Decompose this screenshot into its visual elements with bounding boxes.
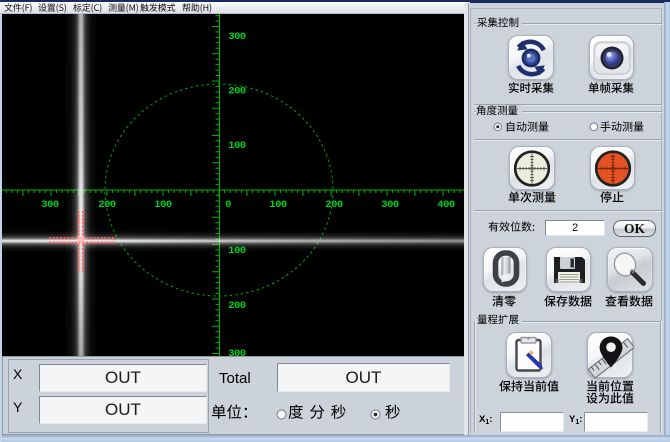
svg-text:300: 300 (381, 199, 399, 211)
svg-text:100: 100 (154, 199, 172, 211)
svg-text:0: 0 (225, 199, 231, 211)
svg-text:200: 200 (325, 199, 343, 211)
svg-text:300: 300 (228, 31, 246, 43)
svg-text:100: 100 (228, 140, 246, 152)
svg-text:400: 400 (437, 199, 455, 211)
svg-text:200: 200 (228, 86, 246, 98)
svg-text:300: 300 (228, 348, 246, 356)
svg-text:200: 200 (228, 300, 246, 312)
svg-text:200: 200 (98, 199, 116, 211)
svg-text:300: 300 (41, 199, 59, 211)
svg-text:100: 100 (269, 199, 287, 211)
svg-text:100: 100 (228, 245, 246, 257)
